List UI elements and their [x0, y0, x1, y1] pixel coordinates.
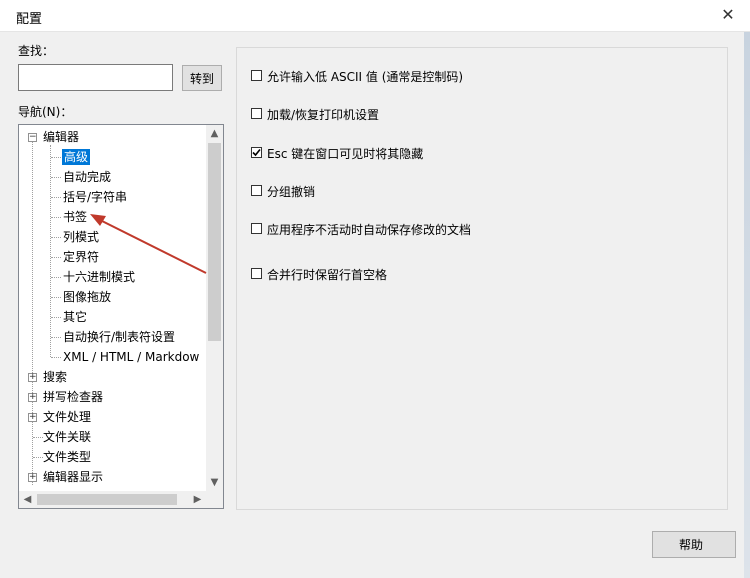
tree-item-image-drop[interactable]: 图像拖放: [63, 287, 111, 307]
tree-item-label: 编辑器: [43, 130, 80, 144]
tree-item-xml-html-markdown[interactable]: XML / HTML / Markdow: [63, 347, 199, 367]
option-label: 应用程序不活动时自动保存修改的文档: [267, 223, 472, 237]
tree-item-autocomplete[interactable]: 自动完成: [63, 167, 111, 187]
close-icon: ✕: [721, 5, 735, 24]
tree-item-delimiters[interactable]: 定界符: [63, 247, 99, 267]
tree-item-label: 定界符: [63, 250, 100, 264]
tree-item-label: 自动换行/制表符设置: [63, 330, 176, 344]
navigation-label: 导航(N)：: [18, 105, 73, 119]
help-button[interactable]: 帮助: [652, 531, 736, 558]
tree-item-label: 搜索: [43, 370, 68, 384]
tree-item-label: 其它: [63, 310, 88, 324]
tree-horizontal-scrollbar[interactable]: ◀ ▶: [19, 491, 206, 508]
scroll-up-icon[interactable]: ▲: [206, 125, 223, 142]
tree-item-word-wrap[interactable]: 自动换行/制表符设置: [63, 327, 175, 347]
tree-item-label: 文件关联: [43, 430, 92, 444]
checkbox[interactable]: [251, 185, 262, 196]
option-label: 分组撤销: [267, 185, 316, 199]
tree-item-advanced[interactable]: 高级: [62, 147, 91, 167]
expand-icon[interactable]: +: [28, 413, 37, 422]
checkbox-checked[interactable]: [251, 147, 262, 158]
tree-guide-line: [51, 237, 61, 238]
expand-icon[interactable]: +: [28, 373, 37, 382]
tree-guide-line: [51, 197, 61, 198]
tree-item-other[interactable]: 其它: [63, 307, 87, 327]
tree-item-label: 书签: [63, 210, 88, 224]
checkbox[interactable]: [251, 223, 262, 234]
window-title: 配置: [16, 12, 43, 27]
tree-item-label: 文件处理: [43, 410, 92, 424]
tree-item-label: 列模式: [63, 230, 100, 244]
tree-item-column-mode[interactable]: 列模式: [63, 227, 99, 247]
tree-item-bookmarks[interactable]: 书签: [63, 207, 87, 227]
scroll-thumb[interactable]: [37, 494, 177, 505]
find-input[interactable]: [18, 64, 173, 91]
tree-item-label: 高级: [62, 149, 91, 165]
scroll-thumb[interactable]: [208, 143, 221, 341]
background-window-edge: [744, 32, 750, 578]
tree-guide-line: [51, 337, 61, 338]
option-label: 加载/恢复打印机设置: [267, 108, 380, 122]
tree-guide-line: [32, 141, 33, 485]
tree-item-file-types[interactable]: 文件类型: [43, 447, 91, 467]
expand-icon[interactable]: +: [28, 393, 37, 402]
tree-item-label: XML / HTML / Markdow: [63, 350, 200, 364]
checkbox[interactable]: [251, 70, 262, 81]
collapse-icon[interactable]: −: [28, 133, 37, 142]
tree-item-label: 图像拖放: [63, 290, 112, 304]
scrollbar-corner: [206, 491, 223, 508]
tree-guide-line: [51, 297, 61, 298]
find-label: 查找：: [18, 44, 55, 58]
tree-item-label: 十六进制模式: [63, 270, 136, 284]
tree-guide-line: [51, 277, 61, 278]
tree-item-brackets[interactable]: 括号/字符串: [63, 187, 127, 207]
checkbox[interactable]: [251, 108, 262, 119]
scroll-right-icon[interactable]: ▶: [189, 491, 206, 508]
option-label: Esc 键在窗口可见时将其隐藏: [267, 147, 424, 161]
option-label: 合并行时保留行首空格: [267, 268, 388, 282]
expand-icon[interactable]: +: [28, 473, 37, 482]
tree-item-label: 编辑器显示: [43, 470, 104, 484]
option-label: 允许输入低 ASCII 值 (通常是控制码): [267, 70, 464, 84]
tree-guide-line: [51, 177, 61, 178]
tree-item-file-associations[interactable]: 文件关联: [43, 427, 91, 447]
tree-guide-line: [33, 457, 43, 458]
tree-item-label: 自动完成: [63, 170, 112, 184]
navigation-tree[interactable]: − 编辑器 高级 自动完成 括号/字符串 书签 列模式 定界符 十六进制模式 图…: [18, 124, 224, 509]
scroll-left-icon[interactable]: ◀: [19, 491, 36, 508]
close-button[interactable]: ✕: [716, 4, 740, 26]
tree-item-label: 文件类型: [43, 450, 92, 464]
tree-vertical-scrollbar[interactable]: ▲ ▼: [206, 125, 223, 491]
checkbox[interactable]: [251, 268, 262, 279]
options-panel: 允许输入低 ASCII 值 (通常是控制码) 加载/恢复打印机设置 Esc 键在…: [236, 47, 728, 510]
tree-guide-line: [51, 357, 61, 358]
tree-item-label: 拼写检查器: [43, 390, 104, 404]
tree-guide-line: [33, 437, 43, 438]
tree-item-hex-mode[interactable]: 十六进制模式: [63, 267, 135, 287]
title-bar: 配置 ✕: [0, 0, 750, 32]
goto-button[interactable]: 转到: [182, 65, 222, 91]
tree-item-label: 括号/字符串: [63, 190, 128, 204]
checkmark-icon: [252, 148, 261, 157]
tree-guide-line: [51, 157, 61, 158]
tree-guide-line: [51, 257, 61, 258]
tree-guide-line: [51, 217, 61, 218]
scroll-down-icon[interactable]: ▼: [206, 474, 223, 491]
tree-guide-line: [51, 317, 61, 318]
